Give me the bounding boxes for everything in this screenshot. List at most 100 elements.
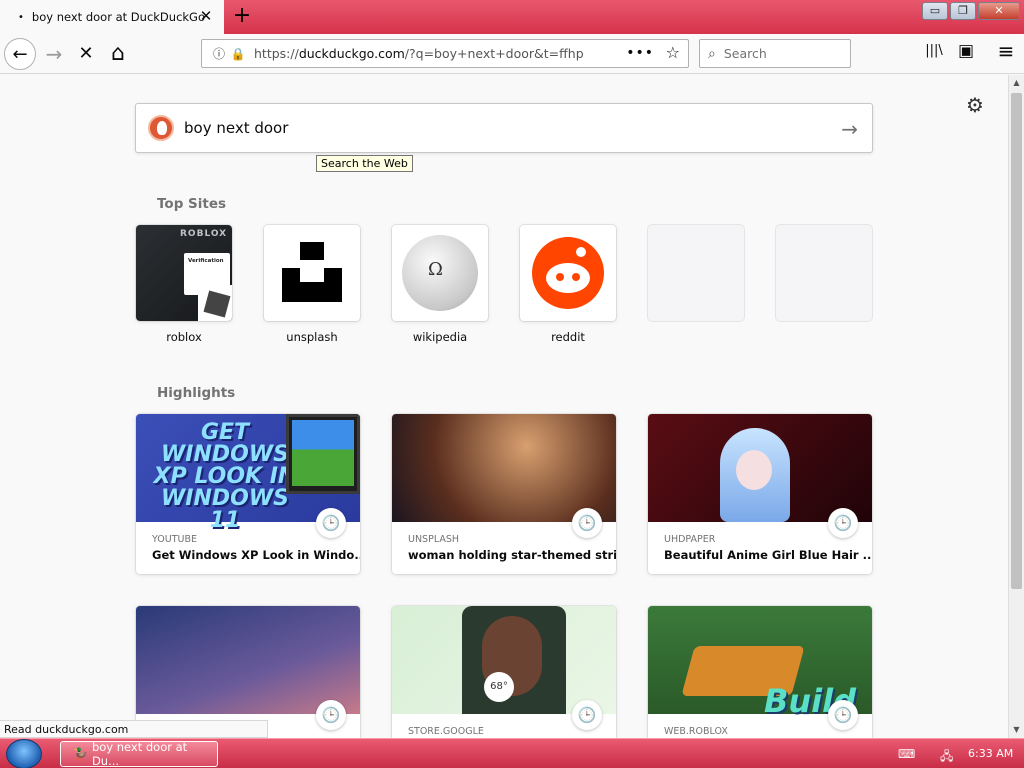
unsplash-logo-icon bbox=[282, 242, 342, 302]
reddit-alien-icon bbox=[532, 237, 604, 309]
highlight-source: WEB.ROBLOX bbox=[664, 726, 728, 737]
thumbnail-text: GET WINDOWS XP LOOK IN WINDOWS 11 bbox=[153, 420, 297, 533]
tab-close-icon[interactable]: ✕ bbox=[198, 8, 214, 24]
search-bar[interactable]: ⌕ Search bbox=[699, 39, 851, 68]
scrollbar-thumb[interactable] bbox=[1011, 93, 1022, 589]
highlight-title: Get Windows XP Look in Windo... bbox=[152, 548, 360, 562]
menu-icon[interactable]: ≡ bbox=[994, 39, 1018, 63]
top-site-reddit[interactable]: reddit bbox=[520, 225, 616, 344]
vertical-scrollbar[interactable]: ▲ ▼ bbox=[1008, 75, 1024, 738]
highlight-card[interactable]: 🕒 bbox=[136, 606, 360, 738]
minimize-button[interactable]: ▭ bbox=[922, 2, 948, 20]
top-site-unsplash[interactable]: unsplash bbox=[264, 225, 360, 344]
library-icon[interactable]: |||\ bbox=[922, 43, 946, 58]
top-site-empty[interactable] bbox=[648, 225, 744, 321]
search-tooltip: Search the Web bbox=[316, 155, 413, 172]
scroll-down-arrow-icon[interactable]: ▼ bbox=[1009, 722, 1024, 738]
site-thumbnail bbox=[520, 225, 616, 321]
taskbar-clock[interactable]: 6:33 AM bbox=[968, 747, 1013, 760]
scroll-up-arrow-icon[interactable]: ▲ bbox=[1009, 75, 1024, 91]
taskbar-item-firefox[interactable]: 🦆 boy next door at Du... bbox=[60, 740, 218, 768]
highlight-title: Beautiful Anime Girl Blue Hair ... bbox=[664, 548, 872, 562]
info-icon[interactable]: ⓘ bbox=[208, 45, 230, 62]
highlight-source: STORE.GOOGLE bbox=[408, 726, 484, 737]
navigation-toolbar: ← → ✕ ⌂ ⓘ 🔒 https://duckduckgo.com/?q=bo… bbox=[0, 34, 1024, 74]
sidebar-icon[interactable]: ▣ bbox=[954, 41, 978, 61]
highlight-source: UNSPLASH bbox=[408, 534, 460, 545]
window-controls: ▭ ❐ ✕ bbox=[922, 2, 1020, 20]
top-site-empty[interactable] bbox=[776, 225, 872, 321]
highlight-card[interactable]: Build 🕒 WEB.ROBLOX bbox=[648, 606, 872, 738]
keyboard-tray-icon[interactable]: ⌨ bbox=[898, 747, 915, 761]
tab-title: boy next door at DuckDuckGo bbox=[31, 10, 206, 24]
highlight-card[interactable]: 🕒 UNSPLASH woman holding star-themed str… bbox=[392, 414, 616, 574]
duckduckgo-logo-icon bbox=[148, 115, 174, 141]
highlight-title: woman holding star-themed stri... bbox=[408, 548, 616, 562]
search-icon: ⌕ bbox=[708, 45, 716, 62]
roblox-card-label: Verification bbox=[188, 258, 224, 264]
highlight-thumbnail: GET WINDOWS XP LOOK IN WINDOWS 11 bbox=[136, 414, 360, 532]
site-thumbnail: Ω bbox=[392, 225, 488, 321]
highlight-source: YOUTUBE bbox=[152, 534, 197, 545]
new-tab-button[interactable]: + bbox=[231, 5, 253, 27]
status-bar: Read duckduckgo.com bbox=[0, 720, 268, 738]
clock-icon: 🕒 bbox=[828, 508, 858, 538]
window-close-button[interactable]: ✕ bbox=[978, 2, 1020, 20]
site-label: roblox bbox=[166, 330, 202, 344]
home-button[interactable]: ⌂ bbox=[102, 38, 134, 70]
wikipedia-glyph: Ω bbox=[428, 259, 443, 280]
page-content: ⚙ boy next door → Search the Web Top Sit… bbox=[0, 75, 1008, 738]
ddg-search-box[interactable]: boy next door → bbox=[135, 103, 873, 153]
highlight-thumbnail: Build bbox=[648, 606, 872, 720]
top-site-wikipedia[interactable]: Ω wikipedia bbox=[392, 225, 488, 344]
forward-button[interactable]: → bbox=[38, 38, 70, 70]
url-text[interactable]: https://duckduckgo.com/?q=boy+next+door&… bbox=[254, 46, 584, 61]
site-thumbnail bbox=[264, 225, 360, 321]
highlight-thumbnail bbox=[648, 414, 872, 522]
clock-icon: 🕒 bbox=[828, 700, 858, 730]
settings-gear-icon[interactable]: ⚙ bbox=[966, 93, 984, 117]
highlight-card[interactable]: GET WINDOWS XP LOOK IN WINDOWS 11 🕒 YOUT… bbox=[136, 414, 360, 574]
highlight-source: UHDPAPER bbox=[664, 534, 716, 545]
windows-taskbar: 🦆 boy next door at Du... ⌨ 🖧 6:33 AM bbox=[0, 738, 1024, 768]
highlights-heading: Highlights bbox=[157, 385, 236, 401]
url-path: /?q=boy+next+door&t=ffhp bbox=[404, 46, 584, 61]
ddg-search-query[interactable]: boy next door bbox=[184, 119, 288, 137]
top-sites-heading: Top Sites bbox=[157, 196, 227, 212]
site-label: reddit bbox=[551, 330, 585, 344]
url-bar[interactable]: ⓘ 🔒 https://duckduckgo.com/?q=boy+next+d… bbox=[201, 39, 689, 68]
lock-icon[interactable]: 🔒 bbox=[230, 47, 246, 61]
page-actions-icon[interactable]: ••• bbox=[626, 45, 654, 61]
search-placeholder: Search bbox=[723, 46, 767, 61]
clock-icon: 🕒 bbox=[316, 700, 346, 730]
roblox-wordmark: ROBLOX bbox=[180, 229, 228, 239]
highlight-thumbnail: 68° bbox=[392, 606, 616, 714]
tab-active[interactable]: • boy next door at DuckDuckGo ✕ bbox=[0, 0, 224, 34]
bookmark-star-icon[interactable]: ☆ bbox=[666, 43, 680, 62]
empty-site-placeholder bbox=[648, 225, 744, 321]
highlight-card[interactable]: 68° 🕒 STORE.GOOGLE bbox=[392, 606, 616, 738]
network-tray-icon[interactable]: 🖧 bbox=[940, 747, 953, 768]
restore-button[interactable]: ❐ bbox=[950, 2, 976, 20]
site-label: unsplash bbox=[286, 330, 338, 344]
clock-icon: 🕒 bbox=[572, 700, 602, 730]
top-site-roblox[interactable]: ROBLOX Verification roblox bbox=[136, 225, 232, 344]
site-thumbnail: ROBLOX Verification bbox=[136, 225, 232, 321]
back-button[interactable]: ← bbox=[4, 38, 36, 70]
clock-icon: 🕒 bbox=[572, 508, 602, 538]
weather-badge: 68° bbox=[484, 672, 514, 702]
tab-loading-dot: • bbox=[18, 11, 24, 23]
stop-button[interactable]: ✕ bbox=[70, 38, 102, 70]
highlight-thumbnail bbox=[392, 414, 616, 522]
roblox-icon bbox=[198, 285, 232, 321]
start-button[interactable] bbox=[6, 739, 42, 768]
highlight-card[interactable]: 🕒 UHDPAPER Beautiful Anime Girl Blue Hai… bbox=[648, 414, 872, 574]
wikipedia-globe-icon: Ω bbox=[402, 235, 478, 311]
taskbar-item-label: boy next door at Du... bbox=[91, 740, 188, 768]
highlight-thumbnail bbox=[136, 606, 360, 714]
url-prefix: https:// bbox=[254, 46, 299, 61]
clock-icon: 🕒 bbox=[316, 508, 346, 538]
empty-site-placeholder bbox=[776, 225, 872, 321]
search-submit-arrow-icon[interactable]: → bbox=[841, 117, 858, 141]
site-label: wikipedia bbox=[412, 330, 468, 344]
